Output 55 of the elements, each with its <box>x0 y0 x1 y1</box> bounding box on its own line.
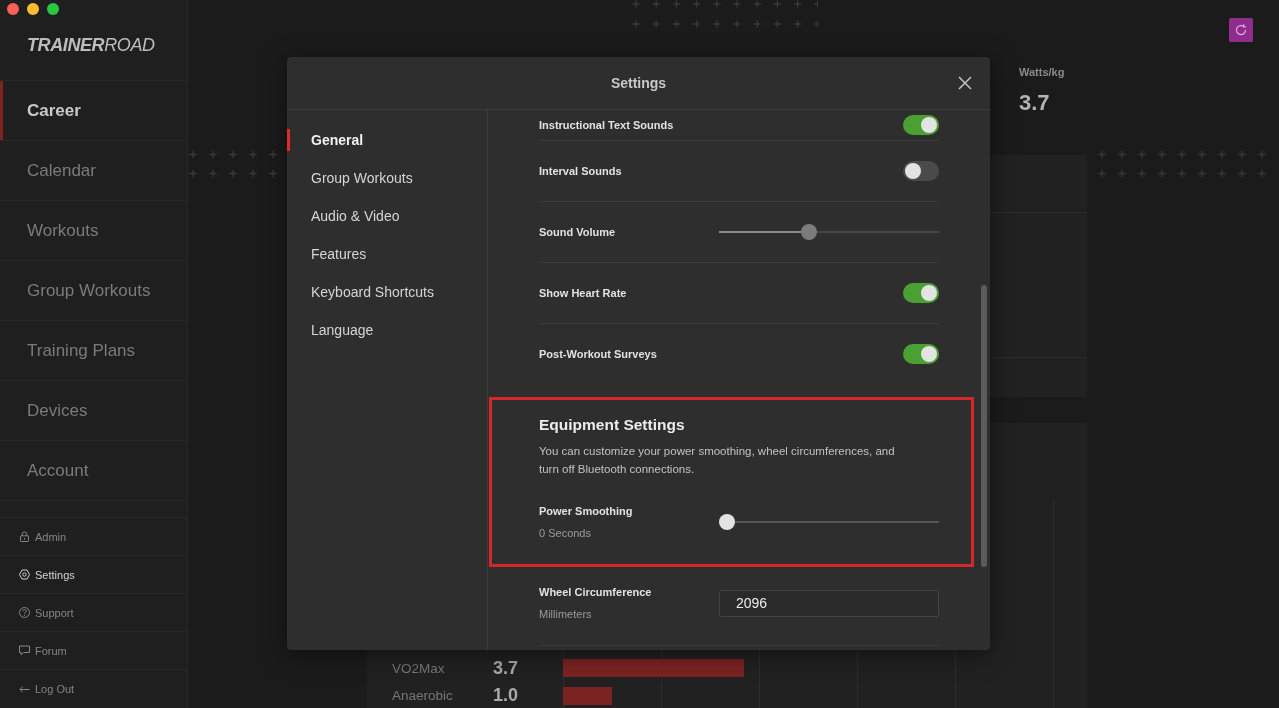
zoom-window-icon[interactable] <box>47 3 59 15</box>
scrollbar-thumb[interactable] <box>981 285 987 567</box>
sidebar-link[interactable]: Forum <box>0 632 187 670</box>
setting-unit: Millimeters <box>539 607 593 622</box>
logo-text: TRAINERROAD <box>27 35 155 55</box>
setting-label: Show Heart Rate <box>539 286 627 301</box>
dialog-title: Settings <box>610 75 667 91</box>
slider-thumb[interactable] <box>719 514 735 530</box>
toggle-switch[interactable] <box>903 344 939 364</box>
setting-label: Post-Workout Surveys <box>539 347 657 362</box>
help-icon <box>19 607 30 618</box>
toggle-switch[interactable] <box>903 283 939 303</box>
close-icon[interactable] <box>958 76 972 90</box>
close-window-icon[interactable] <box>7 3 19 15</box>
settings-icon <box>19 569 30 580</box>
speech-bubble-icon <box>19 645 30 656</box>
setting-label: Wheel Circumference <box>539 585 652 600</box>
sidebar-link[interactable]: Admin <box>0 518 187 556</box>
settings-tab[interactable]: Language <box>287 319 380 341</box>
settings-tab[interactable]: Features <box>287 243 373 265</box>
arrow-left-icon <box>19 683 30 695</box>
nav-item[interactable]: Group Workouts <box>0 261 187 321</box>
nav-item[interactable]: Calendar <box>0 141 187 201</box>
input-field[interactable]: 2096 <box>719 589 939 617</box>
setting-reading: 0 Seconds <box>539 526 592 541</box>
nav-item[interactable]: Account <box>0 441 187 501</box>
level-value: 1.0 <box>493 685 519 706</box>
setting-label: Sound Volume <box>539 225 616 240</box>
settings-tab[interactable]: Group Workouts <box>287 167 419 189</box>
stat-label: Watts/kg <box>1019 65 1065 79</box>
setting-label: Power Smoothing <box>539 504 633 519</box>
refresh-icon[interactable] <box>1229 18 1253 42</box>
nav-item[interactable]: Career <box>0 81 187 141</box>
slider-thumb[interactable] <box>800 224 817 240</box>
setting-label: Interval Sounds <box>539 164 622 179</box>
lock-icon <box>19 531 30 542</box>
section-description: You can customize your power smoothing, wheel circumferences, and turn off Bluetooth connections. <box>539 444 896 477</box>
nav-item[interactable]: Training Plans <box>0 321 187 381</box>
settings-tab[interactable]: General <box>287 129 370 151</box>
level-name: VO2Max <box>392 660 445 676</box>
stat-value: 3.7 <box>1019 90 1051 116</box>
nav-item[interactable]: Devices <box>0 381 187 441</box>
level-name: Anaerobic <box>392 688 453 703</box>
settings-tab[interactable]: Keyboard Shortcuts <box>287 281 440 303</box>
level-value: 3.7 <box>493 657 519 679</box>
minimize-window-icon[interactable] <box>27 3 39 15</box>
settings-tab[interactable]: Audio & Video <box>287 205 406 227</box>
nav-item[interactable]: Workouts <box>0 201 187 261</box>
setting-label: Instructional Text Sounds <box>539 118 674 133</box>
sidebar-link[interactable]: Log Out <box>0 670 187 708</box>
toggle-switch[interactable] <box>903 115 939 135</box>
toggle-switch[interactable] <box>903 161 939 181</box>
sidebar-link[interactable]: Settings <box>0 556 187 594</box>
sidebar-link[interactable]: Support <box>0 594 187 632</box>
section-heading: Equipment Settings <box>539 416 686 434</box>
